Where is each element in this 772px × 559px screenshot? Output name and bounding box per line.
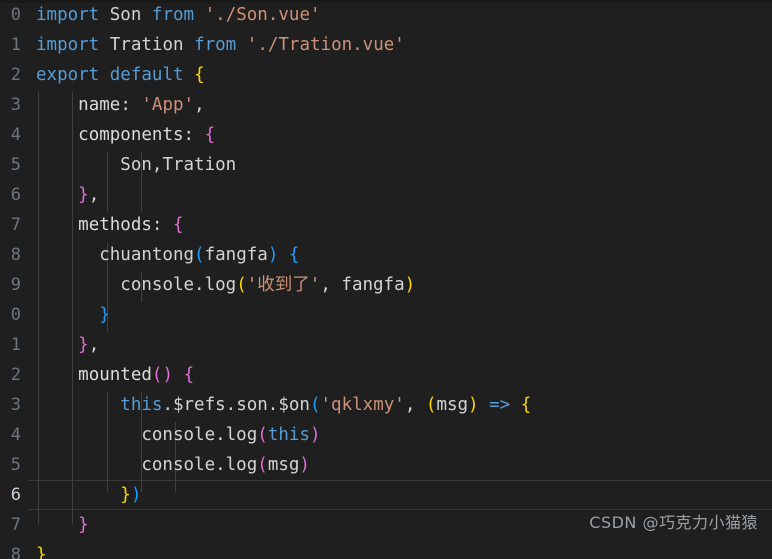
line-number: 4 <box>10 425 21 445</box>
keyword-default: default <box>109 65 184 85</box>
arrow-operator: => <box>489 395 511 415</box>
paren-open-magenta: ( <box>257 455 268 475</box>
identifier-son: Son <box>109 5 142 25</box>
property-components: components <box>78 125 184 145</box>
identifier-tration: Tration <box>109 35 184 55</box>
code-line[interactable]: } <box>28 300 772 330</box>
line-number: 6 <box>10 185 21 205</box>
line-number: 5 <box>10 155 21 175</box>
line-number: 7 <box>10 215 21 235</box>
keyword-import: import <box>36 35 100 55</box>
hook-mounted: mounted <box>78 365 152 385</box>
code-line[interactable]: this.$refs.son.$on('qklxmy', (msg) => { <box>28 390 772 420</box>
line-number: 5 <box>10 455 21 475</box>
line-number: 0 <box>10 305 21 325</box>
method-param: fangfa <box>204 245 268 265</box>
line-number: 2 <box>10 65 21 85</box>
line-number: 0 <box>10 5 21 25</box>
paren-close-magenta: ) <box>309 425 321 445</box>
bracket-close-magenta: } <box>78 515 89 535</box>
paren-close-yellow: ) <box>468 395 479 415</box>
string-tration-path: './Tration.vue' <box>246 35 405 55</box>
code-line[interactable]: export default { <box>28 60 772 90</box>
keyword-this: this <box>120 395 163 415</box>
console-log-call: console.log <box>141 455 258 475</box>
components-list: Son,Tration <box>120 155 237 175</box>
string-son-path: './Son.vue' <box>204 5 321 25</box>
callback-param: msg <box>436 395 469 415</box>
keyword-import: import <box>36 5 100 25</box>
bracket-close-blue: } <box>99 305 110 325</box>
line-number: 1 <box>10 35 21 55</box>
bracket-open-yellow: { <box>194 65 205 85</box>
line-number: 9 <box>10 275 21 295</box>
console-log-call: console.log <box>120 275 237 295</box>
property-methods: methods <box>78 215 152 235</box>
line-number: 3 <box>10 95 21 115</box>
csdn-watermark: CSDN @巧克力小猫猿 <box>589 513 758 532</box>
console-log-call: console.log <box>141 425 258 445</box>
bracket-close-yellow: } <box>36 545 47 559</box>
paren-close-yellow: ) <box>404 275 416 295</box>
paren-open-yellow: ( <box>236 275 247 295</box>
arg-msg: msg <box>267 455 300 475</box>
arg-fangfa: fangfa <box>341 275 405 295</box>
code-line[interactable]: } <box>28 540 772 559</box>
paren-close-blue: ) <box>267 245 279 265</box>
paren-open-magenta: ( <box>151 365 163 385</box>
code-line[interactable]: import Son from './Son.vue' <box>28 0 772 30</box>
string-app-name: 'App' <box>141 95 195 115</box>
code-line[interactable]: import Tration from './Tration.vue' <box>28 30 772 60</box>
editor-top-edge <box>0 0 772 3</box>
keyword-from: from <box>194 35 237 55</box>
line-number: 8 <box>10 245 21 265</box>
string-event-name: 'qklxmy' <box>320 395 405 415</box>
code-line[interactable]: }) <box>28 480 772 510</box>
bracket-open-magenta: { <box>204 125 216 145</box>
bracket-open-yellow: { <box>520 395 532 415</box>
keyword-from: from <box>151 5 195 25</box>
code-line[interactable]: console.log(msg) <box>28 450 772 480</box>
line-number: 8 <box>10 545 21 559</box>
paren-open-magenta: ( <box>257 425 268 445</box>
bracket-open-blue: { <box>288 245 300 265</box>
bracket-open-magenta: { <box>173 215 184 235</box>
paren-close-magenta: ) <box>299 455 310 475</box>
code-line[interactable]: console.log(this) <box>28 420 772 450</box>
keyword-this: this <box>267 425 310 445</box>
string-chinese-log: '收到了' <box>246 275 321 295</box>
method-name: chuantong <box>99 245 195 265</box>
code-line[interactable]: methods: { <box>28 210 772 240</box>
paren-open-blue: ( <box>194 245 205 265</box>
code-line[interactable]: Son,Tration <box>28 150 772 180</box>
code-line[interactable]: name: 'App', <box>28 90 772 120</box>
line-number-active: 6 <box>10 485 21 505</box>
bracket-close-yellow: } <box>120 485 131 505</box>
code-content[interactable]: import Son from './Son.vue' import Trati… <box>28 0 772 559</box>
line-number: 3 <box>10 395 21 415</box>
keyword-export: export <box>36 65 100 85</box>
ref-chain-suffix: .$refs.son.$on <box>162 395 310 415</box>
bracket-close-magenta: } <box>78 185 89 205</box>
bracket-open-magenta: { <box>183 365 195 385</box>
code-line[interactable]: }, <box>28 180 772 210</box>
code-line[interactable]: mounted() { <box>28 360 772 390</box>
code-line[interactable]: }, <box>28 330 772 360</box>
code-editor-screenshot: 0 1 2 3 4 5 6 7 8 9 0 1 2 3 4 5 6 7 8 im… <box>0 0 772 559</box>
paren-close-blue: ) <box>130 485 142 505</box>
code-line[interactable]: components: { <box>28 120 772 150</box>
line-number: 1 <box>10 335 21 355</box>
line-number: 4 <box>10 125 21 145</box>
line-number: 2 <box>10 365 21 385</box>
paren-close-magenta: ) <box>162 365 174 385</box>
paren-open-blue: ( <box>309 395 321 415</box>
paren-open-yellow: ( <box>425 395 437 415</box>
bracket-close-magenta: } <box>78 335 89 355</box>
code-line[interactable]: chuantong(fangfa) { <box>28 240 772 270</box>
code-line[interactable]: console.log('收到了', fangfa) <box>28 270 772 300</box>
property-name: name <box>78 95 121 115</box>
line-number-gutter: 0 1 2 3 4 5 6 7 8 9 0 1 2 3 4 5 6 7 8 <box>0 0 28 559</box>
line-number: 7 <box>10 515 21 535</box>
